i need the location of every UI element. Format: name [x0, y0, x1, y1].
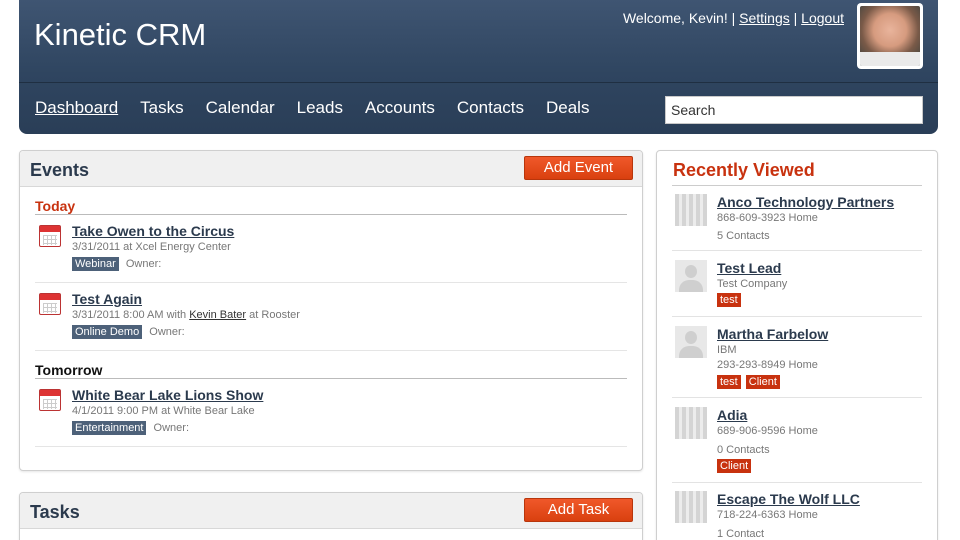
tag-badge: Client: [745, 375, 780, 389]
recent-item-detail: Test Company: [717, 278, 788, 290]
event-tags: Webinar Owner:: [72, 257, 161, 271]
nav-tasks[interactable]: Tasks: [140, 98, 183, 118]
nav-calendar[interactable]: Calendar: [206, 98, 275, 118]
calendar-icon: [39, 225, 61, 247]
recent-item-divider: [672, 250, 922, 251]
search-input[interactable]: [665, 96, 923, 124]
person-icon: [675, 260, 707, 292]
event-title-link[interactable]: White Bear Lake Lions Show: [72, 387, 263, 403]
settings-link[interactable]: Settings: [739, 10, 790, 26]
recently-viewed-divider: [672, 185, 922, 186]
app-header: Kinetic CRM Welcome, Kevin! | Settings |…: [19, 0, 938, 134]
calendar-icon: [39, 389, 61, 411]
recent-item-detail: IBM: [717, 344, 737, 356]
building-icon: [675, 491, 707, 523]
recent-item-link[interactable]: Adia: [717, 407, 747, 423]
event-type-badge: Entertainment: [72, 421, 147, 435]
event-meta: 3/31/2011 at Xcel Energy Center: [72, 241, 231, 253]
tag-badge: test: [717, 293, 741, 307]
recent-item-divider: [672, 316, 922, 317]
event-divider: [35, 446, 627, 447]
event-title-link[interactable]: Test Again: [72, 291, 142, 307]
owner-label: Owner:: [149, 326, 185, 338]
event-type-badge: Online Demo: [72, 325, 143, 339]
event-meta: 3/31/2011 8:00 AM with Kevin Bater at Ro…: [72, 309, 300, 321]
event-tags: Online Demo Owner:: [72, 325, 185, 339]
recent-item-detail: 5 Contacts: [717, 230, 770, 242]
recently-viewed-panel: Recently Viewed Anco Technology Partners…: [656, 150, 938, 540]
avatar-photo: [860, 6, 920, 66]
recent-item-detail: 689-906-9596 Home: [717, 425, 818, 437]
events-panel: Events Add Event Today Take Owen to the …: [19, 150, 643, 471]
recent-item-detail: 293-293-8949 Home: [717, 359, 818, 371]
recent-item-detail: 718-224-6363 Home: [717, 509, 818, 521]
event-tags: Entertainment Owner:: [72, 421, 189, 435]
event-title-link[interactable]: Take Owen to the Circus: [72, 223, 234, 239]
event-type-badge: Webinar: [72, 257, 119, 271]
tasks-panel-header: Tasks Add Task: [20, 493, 642, 529]
recent-item-divider: [672, 482, 922, 483]
recently-viewed-title: Recently Viewed: [673, 160, 815, 180]
nav-deals[interactable]: Deals: [546, 98, 589, 118]
person-icon: [675, 326, 707, 358]
recent-item-divider: [672, 397, 922, 398]
recent-item-detail: 868-609-3923 Home: [717, 212, 818, 224]
nav-contacts[interactable]: Contacts: [457, 98, 524, 118]
add-task-button[interactable]: Add Task: [524, 498, 633, 522]
building-icon: [675, 194, 707, 226]
owner-label: Owner:: [153, 422, 190, 434]
event-meta: 4/1/2011 9:00 PM at White Bear Lake: [72, 405, 255, 417]
welcome-text: Welcome, Kevin!: [622, 10, 728, 26]
contact-link[interactable]: Kevin Bater: [189, 309, 246, 321]
recent-item-detail: 0 Contacts: [717, 444, 770, 456]
group-divider: [35, 378, 627, 379]
logout-link[interactable]: Logout: [801, 10, 844, 26]
recent-item-tags: Client: [717, 459, 753, 473]
recent-item-detail: 1 Contact: [717, 528, 765, 540]
nav-accounts[interactable]: Accounts: [365, 98, 435, 118]
calendar-icon: [39, 293, 61, 315]
add-event-button[interactable]: Add Event: [524, 156, 633, 180]
recent-item-link[interactable]: Martha Farbelow: [717, 326, 828, 342]
events-panel-header: Events Add Event: [20, 151, 642, 187]
tag-badge: Client: [717, 459, 752, 473]
recent-item-link[interactable]: Test Lead: [717, 260, 781, 276]
group-divider: [35, 214, 627, 215]
recent-item-tags: test Client: [717, 375, 782, 389]
owner-label: Owner:: [125, 258, 162, 270]
avatar[interactable]: [857, 3, 923, 69]
recent-item-link[interactable]: Anco Technology Partners: [717, 194, 894, 210]
user-menu: Welcome, Kevin! | Settings | Logout: [622, 10, 844, 26]
header-divider: [19, 82, 938, 83]
tasks-panel: Tasks Add Task: [19, 492, 643, 540]
recent-item-link[interactable]: Escape The Wolf LLC: [717, 491, 860, 507]
nav-dashboard[interactable]: Dashboard: [35, 98, 118, 118]
event-divider: [35, 350, 627, 351]
group-today-label: Today: [35, 198, 76, 214]
group-tomorrow-label: Tomorrow: [35, 362, 103, 378]
nav-leads[interactable]: Leads: [297, 98, 343, 118]
main-nav: Dashboard Tasks Calendar Leads Accounts …: [35, 98, 611, 118]
event-divider: [35, 282, 627, 283]
building-icon: [675, 407, 707, 439]
tag-badge: test: [717, 375, 741, 389]
tasks-title: Tasks: [30, 502, 80, 522]
events-title: Events: [30, 160, 90, 180]
app-title: Kinetic CRM: [34, 17, 207, 52]
recent-item-tags: test: [717, 293, 743, 307]
